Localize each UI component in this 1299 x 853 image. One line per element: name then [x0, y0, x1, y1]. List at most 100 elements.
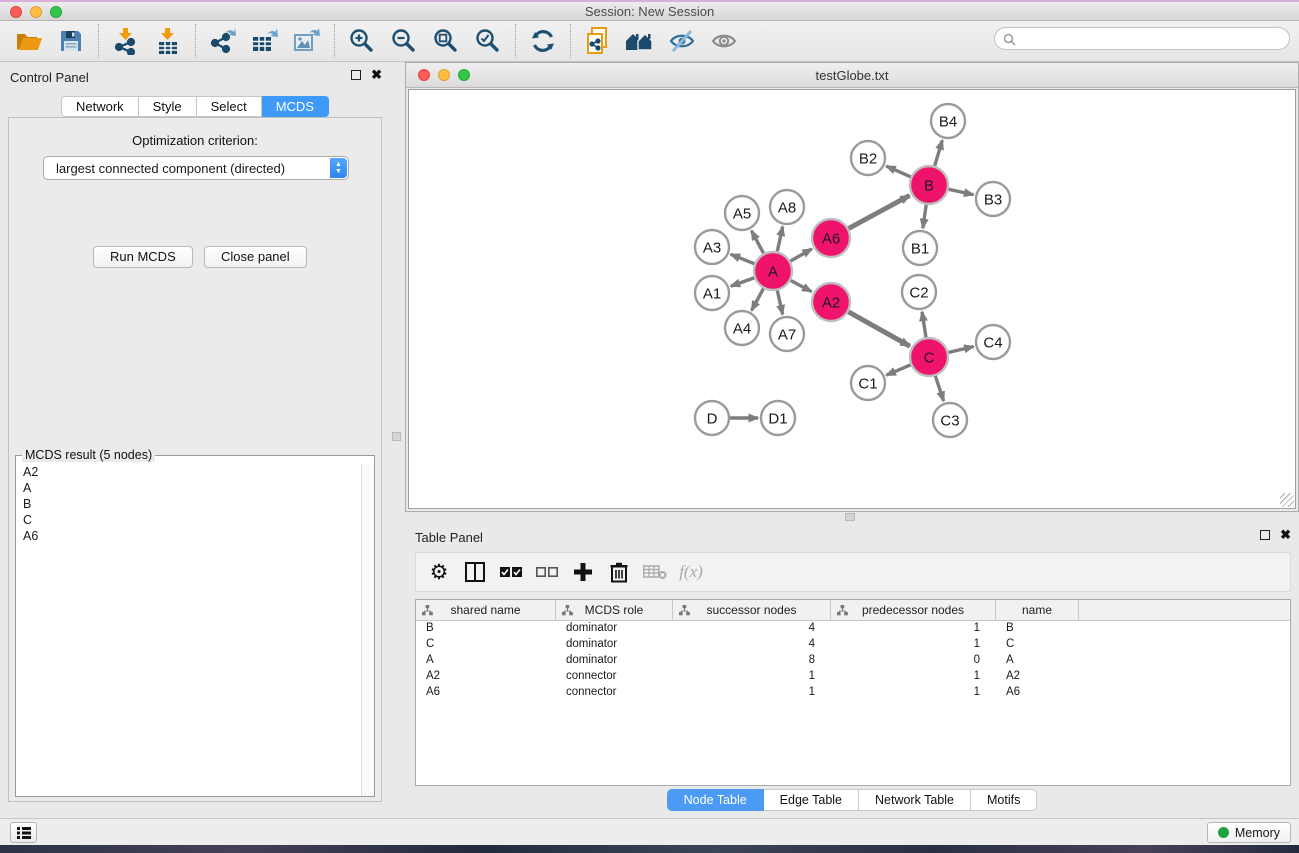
mcds-result-scrollbar[interactable] [361, 464, 374, 796]
export-table-icon[interactable] [248, 24, 282, 58]
hide-selected-icon[interactable] [665, 24, 699, 58]
mcds-result-item[interactable]: C [17, 512, 360, 528]
table-cell[interactable]: C [416, 637, 556, 653]
export-network-icon[interactable] [206, 24, 240, 58]
table-row[interactable]: A6connector11A6 [416, 685, 1290, 701]
edge-C-C1[interactable] [886, 364, 912, 375]
table-cell[interactable]: 1 [673, 669, 831, 685]
node-A4[interactable]: A4 [725, 311, 759, 345]
mcds-result-item[interactable]: B [17, 496, 360, 512]
column-header-name[interactable]: name [996, 600, 1079, 620]
table-cell[interactable]: A2 [416, 669, 556, 685]
horizontal-splitter[interactable] [405, 512, 1299, 522]
close-panel-icon[interactable]: ✖ [371, 70, 382, 80]
export-image-icon[interactable] [290, 24, 324, 58]
table-cell[interactable]: dominator [556, 621, 673, 637]
node-B[interactable]: B [910, 166, 948, 204]
show-all-icon[interactable] [707, 24, 741, 58]
run-mcds-button[interactable]: Run MCDS [93, 246, 193, 268]
column-header-predecessor-nodes[interactable]: predecessor nodes [831, 600, 996, 620]
table-row[interactable]: Adominator80A [416, 653, 1290, 669]
zoom-fit-icon[interactable] [429, 24, 463, 58]
table-cell[interactable]: 1 [831, 685, 996, 701]
float-panel-icon[interactable] [351, 70, 361, 80]
table-cell[interactable]: B [416, 621, 556, 637]
save-session-icon[interactable] [54, 24, 88, 58]
node-C1[interactable]: C1 [851, 366, 885, 400]
zoom-in-icon[interactable] [345, 24, 379, 58]
node-A[interactable]: A [754, 252, 792, 290]
table-cell[interactable]: 8 [673, 653, 831, 669]
import-table-icon[interactable] [151, 24, 185, 58]
tab-select[interactable]: Select [197, 96, 262, 117]
close-panel-icon[interactable]: ✖ [1280, 530, 1291, 540]
delete-column-icon[interactable] [604, 557, 634, 587]
table-cell[interactable]: A6 [996, 685, 1079, 701]
task-history-button[interactable] [10, 822, 37, 843]
table-cell[interactable]: 1 [831, 669, 996, 685]
deselect-all-icon[interactable] [532, 557, 562, 587]
mcds-result-list[interactable]: A2ABCA6 [17, 464, 360, 795]
add-column-icon[interactable] [568, 557, 598, 587]
apply-layout-icon[interactable] [526, 24, 560, 58]
tab-mcds[interactable]: MCDS [262, 96, 329, 117]
node-D[interactable]: D [695, 401, 729, 435]
vertical-splitter[interactable] [390, 62, 405, 818]
close-panel-button[interactable]: Close panel [204, 246, 307, 268]
edge-A2-C[interactable] [847, 311, 910, 346]
edge-C-C2[interactable] [922, 312, 926, 339]
node-table[interactable]: shared nameMCDS rolesuccessor nodesprede… [415, 599, 1291, 786]
tab-node-table[interactable]: Node Table [667, 789, 764, 811]
edge-C-C4[interactable] [947, 347, 974, 353]
edge-A-A2[interactable] [789, 279, 812, 291]
splitter-grip[interactable] [845, 513, 855, 521]
table-cell[interactable]: A [996, 653, 1079, 669]
table-cell[interactable]: A2 [996, 669, 1079, 685]
node-B1[interactable]: B1 [903, 231, 937, 265]
edge-B-B1[interactable] [923, 203, 927, 228]
edge-B-B2[interactable] [886, 166, 912, 178]
edge-A-A1[interactable] [731, 277, 756, 286]
node-A1[interactable]: A1 [695, 276, 729, 310]
node-C3[interactable]: C3 [933, 403, 967, 437]
node-C2[interactable]: C2 [902, 275, 936, 309]
node-A5[interactable]: A5 [725, 196, 759, 230]
table-cell[interactable]: A6 [416, 685, 556, 701]
mcds-result-item[interactable]: A [17, 480, 360, 496]
tab-network-table[interactable]: Network Table [859, 789, 971, 811]
column-header-MCDS-role[interactable]: MCDS role [556, 600, 673, 620]
edge-A-A4[interactable] [752, 287, 765, 311]
edge-A-A8[interactable] [777, 227, 783, 254]
table-row[interactable]: Bdominator41B [416, 621, 1290, 637]
edge-A6-B[interactable] [847, 195, 910, 229]
column-visibility-icon[interactable] [460, 557, 490, 587]
open-session-icon[interactable] [12, 24, 46, 58]
table-cell[interactable]: 0 [831, 653, 996, 669]
tab-motifs[interactable]: Motifs [971, 789, 1037, 811]
import-network-icon[interactable] [109, 24, 143, 58]
node-A3[interactable]: A3 [695, 230, 729, 264]
node-C4[interactable]: C4 [976, 325, 1010, 359]
table-settings-icon[interactable]: ⚙ [424, 557, 454, 587]
column-header-successor-nodes[interactable]: successor nodes [673, 600, 831, 620]
memory-button[interactable]: Memory [1207, 822, 1291, 843]
table-row[interactable]: A2connector11A2 [416, 669, 1290, 685]
table-cell[interactable]: 4 [673, 621, 831, 637]
network-from-selection-icon[interactable] [581, 24, 615, 58]
network-canvas[interactable]: B4B2BB3A8A5A6A3B1AA1C2A2A4A7C4CC1C3DD1 [408, 89, 1296, 509]
select-all-icon[interactable] [496, 557, 526, 587]
table-row[interactable]: Cdominator41C [416, 637, 1290, 653]
node-B3[interactable]: B3 [976, 182, 1010, 216]
edge-A-A3[interactable] [731, 254, 757, 264]
node-B4[interactable]: B4 [931, 104, 965, 138]
node-A7[interactable]: A7 [770, 317, 804, 351]
tab-edge-table[interactable]: Edge Table [764, 789, 859, 811]
search-input[interactable] [1021, 29, 1281, 48]
edge-B-B3[interactable] [947, 189, 974, 195]
table-cell[interactable]: 1 [831, 637, 996, 653]
table-cell[interactable]: dominator [556, 653, 673, 669]
table-cell[interactable]: 1 [673, 685, 831, 701]
node-A2[interactable]: A2 [812, 283, 850, 321]
table-cell[interactable]: A [416, 653, 556, 669]
tab-style[interactable]: Style [139, 96, 197, 117]
